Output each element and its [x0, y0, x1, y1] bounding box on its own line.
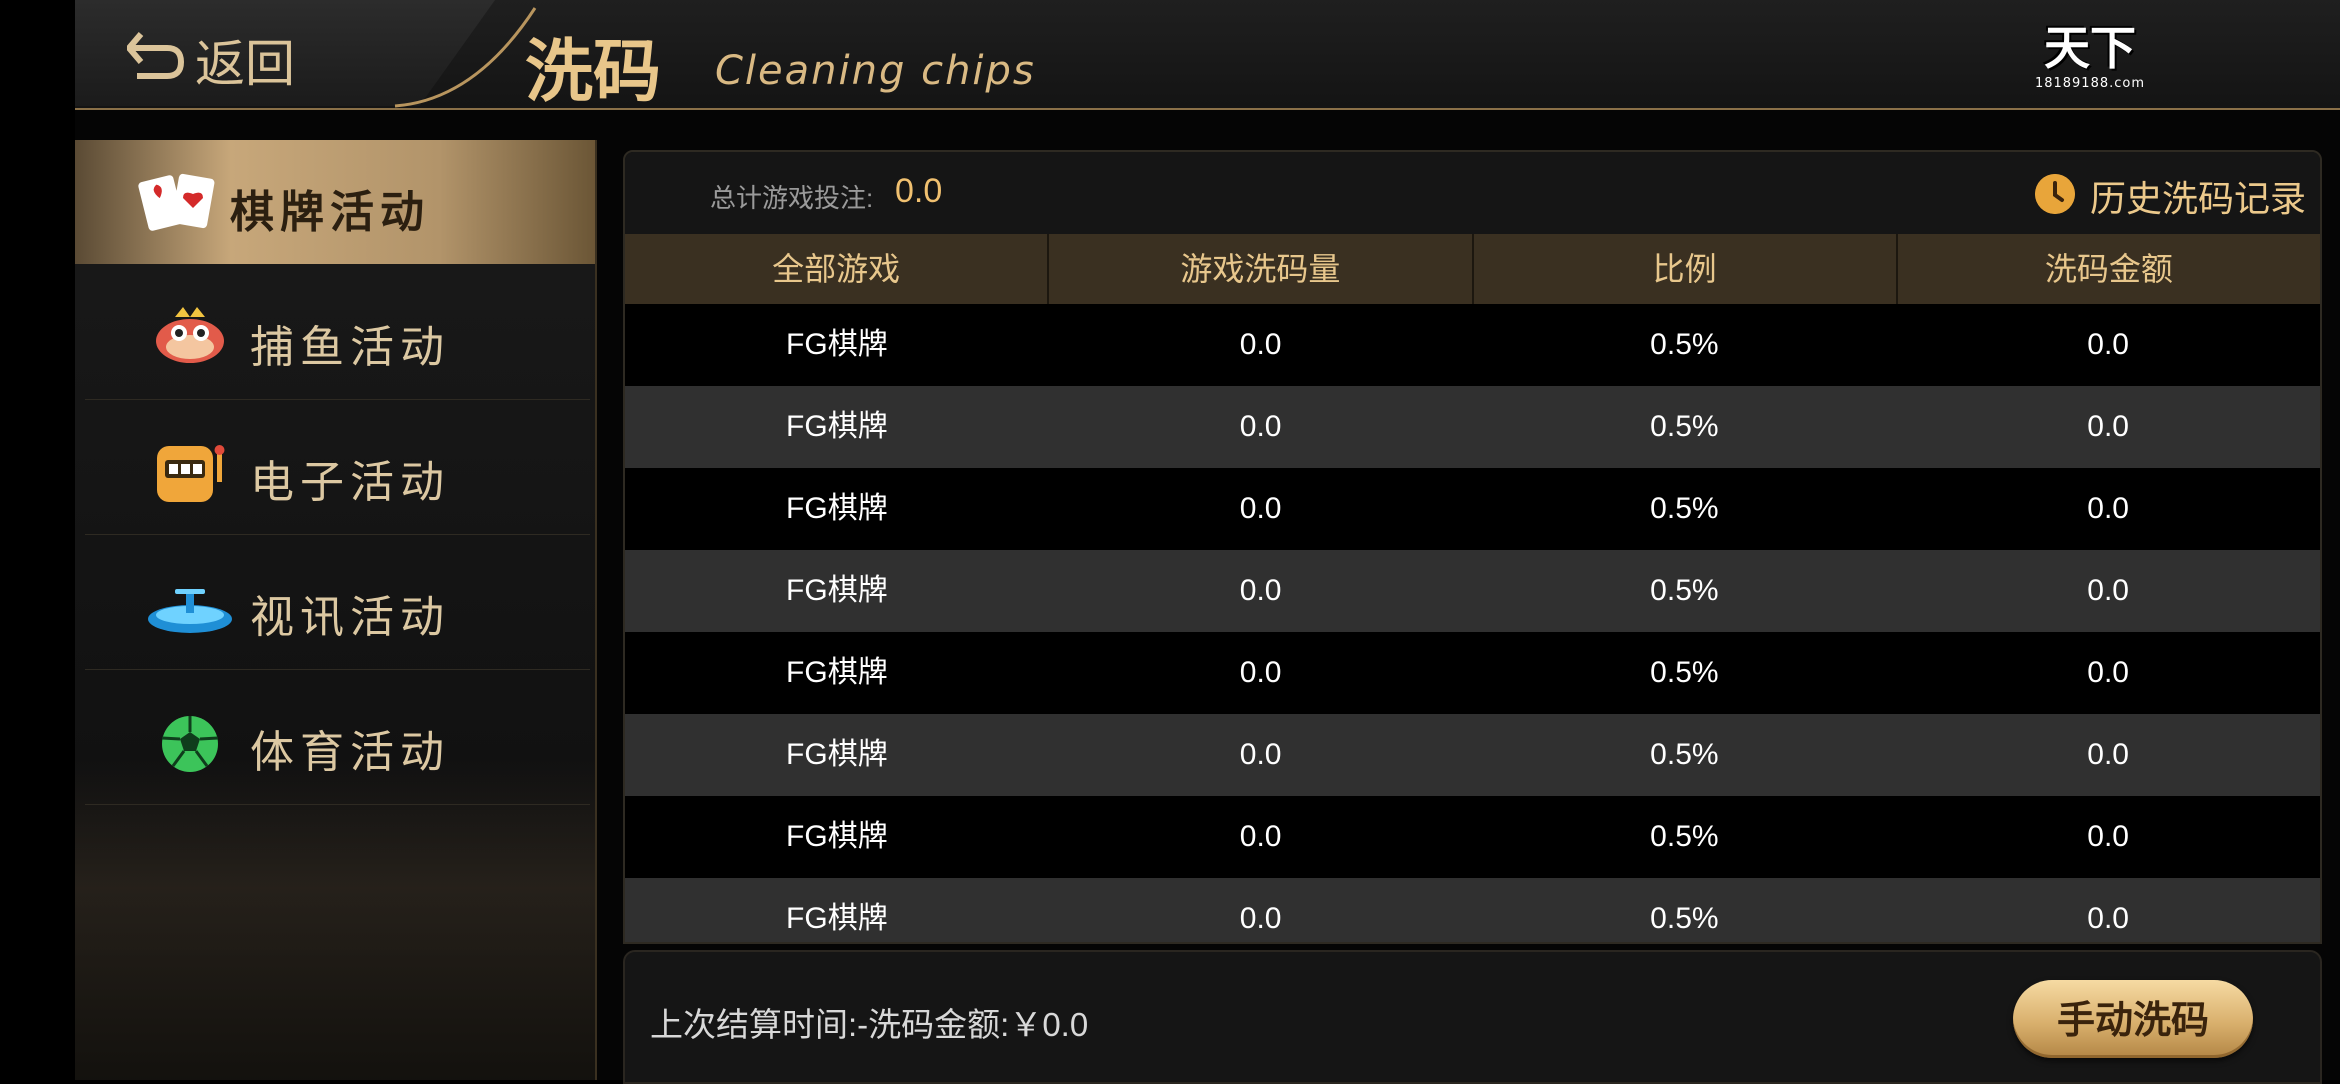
roulette-icon	[148, 589, 232, 633]
table-cell: 0.5%	[1650, 410, 1719, 443]
table-body: FG棋牌 0.0 0.5% 0.0 FG棋牌 0.0 0.5% 0.0 FG棋牌 0.0 0.5% 0…	[625, 304, 2320, 942]
sidebar-item-label: 电子活动	[250, 457, 450, 508]
column-header: 比例	[1474, 234, 1898, 304]
table-cell: 0.0	[2087, 820, 2129, 853]
table-row: FG棋牌 0.0 0.5% 0.0	[625, 714, 2320, 796]
table-cell: 0.0	[2087, 410, 2129, 443]
table-cell: 0.0	[1239, 738, 1282, 771]
last-settlement-text: 上次结算时间:-洗码金额:￥0.0	[650, 1006, 1089, 1043]
table-cell: 0.5%	[1650, 738, 1719, 771]
sidebar-item-label: 棋牌活动	[230, 187, 430, 238]
table-cell: FG棋牌	[786, 738, 888, 771]
sidebar-item-electronic[interactable]: 电子活动	[85, 410, 590, 535]
total-bet-label: 总计游戏投注:	[710, 183, 874, 213]
table-header: 全部游戏 游戏洗码量 比例 洗码金额	[625, 234, 2320, 304]
table-cell: 0.0	[2087, 656, 2129, 689]
table-cell: 0.5%	[1650, 574, 1719, 607]
app-screen: 返回 洗码 Cleaning chips 天下 18189188.com 棋牌活…	[75, 0, 2340, 1084]
table-cell: 0.0	[1239, 574, 1282, 607]
settlement-footer: 上次结算时间:-洗码金额:￥0.0 手动洗码	[623, 950, 2322, 1084]
table-cell: 0.0	[2087, 492, 2129, 525]
bet-summary: 总计游戏投注: 0.0 历史洗码记录	[625, 152, 2320, 234]
fish-icon	[156, 307, 224, 363]
table-row: FG棋牌 0.0 0.5% 0.0	[625, 550, 2320, 632]
table-cell: FG棋牌	[786, 410, 888, 443]
table-cell: 0.5%	[1650, 656, 1719, 689]
sidebar-item-chess-cards[interactable]: 棋牌活动	[75, 140, 595, 264]
sidebar-item-label: 视讯活动	[250, 592, 450, 643]
page-title: 洗码	[525, 32, 662, 112]
sidebar-item-live-video[interactable]: 视讯活动	[85, 545, 590, 670]
table-cell: 0.0	[2087, 902, 2129, 935]
table-cell: 0.0	[2087, 328, 2129, 361]
column-header: 全部游戏	[625, 234, 1050, 304]
logo-url: 18189188.com	[2034, 76, 2146, 91]
sidebar-background-art	[75, 760, 595, 1080]
table-row: FG棋牌 0.0 0.5% 0.0	[625, 386, 2320, 468]
table-cell: FG棋牌	[786, 328, 888, 361]
manual-wash-button[interactable]: 手动洗码	[2013, 980, 2253, 1058]
logo-text: 天下	[2044, 21, 2136, 75]
table-cell: 0.0	[1239, 328, 1282, 361]
table-cell: 0.5%	[1650, 492, 1719, 525]
table-cell: FG棋牌	[786, 820, 888, 853]
table-row: FG棋牌 0.0 0.5% 0.0	[625, 632, 2320, 714]
history-records-label: 历史洗码记录	[2090, 179, 2307, 220]
table-cell: FG棋牌	[786, 902, 888, 935]
table-row: FG棋牌 0.0 0.5% 0.0	[625, 796, 2320, 878]
table-row: FG棋牌 0.0 0.5% 0.0	[625, 304, 2320, 386]
slot-machine-icon	[157, 445, 225, 502]
brand-logo: 天下 18189188.com	[2005, 12, 2175, 98]
back-label: 返回	[195, 35, 295, 93]
column-header: 游戏洗码量	[1049, 234, 1474, 304]
soccer-ball-icon	[161, 716, 219, 772]
wash-code-table: 全部游戏 游戏洗码量 比例 洗码金额 FG棋牌 0.0 0.5% 0.0 FG棋牌 0.0…	[625, 234, 2320, 942]
table-cell: FG棋牌	[786, 656, 888, 689]
top-bar: 返回 洗码 Cleaning chips 天下 18189188.com	[75, 0, 2340, 112]
table-cell: 0.0	[1239, 410, 1282, 443]
table-cell: FG棋牌	[786, 574, 888, 607]
sidebar-item-sports[interactable]: 体育活动	[85, 680, 590, 805]
back-arrow-icon	[127, 32, 185, 79]
table-cell: 0.5%	[1650, 902, 1719, 935]
table-cell: 0.0	[1239, 656, 1282, 689]
total-bet-value: 0.0	[895, 172, 943, 210]
table-cell: 0.0	[2087, 738, 2129, 771]
table-row: FG棋牌 0.0 0.5% 0.0	[625, 468, 2320, 550]
table-cell: 0.5%	[1650, 328, 1719, 361]
table-row: FG棋牌 0.0 0.5% 0.0	[625, 878, 2320, 942]
sidebar-item-label: 捕鱼活动	[250, 322, 450, 373]
page-subtitle: Cleaning chips	[715, 48, 1036, 94]
playing-cards-icon	[138, 173, 215, 231]
table-cell: 0.0	[2087, 574, 2129, 607]
wash-code-panel: 总计游戏投注: 0.0 历史洗码记录 全部游戏 游戏洗码量 比例 洗码金额 FG…	[623, 150, 2322, 944]
column-header: 洗码金额	[2044, 250, 2173, 288]
table-cell: 0.0	[1239, 902, 1282, 935]
table-cell: 0.0	[1239, 492, 1282, 525]
table-cell: 0.0	[1239, 820, 1282, 853]
clock-icon	[2035, 174, 2075, 214]
table-cell: FG棋牌	[786, 492, 888, 525]
table-cell: 0.5%	[1650, 820, 1719, 853]
sidebar-item-label: 体育活动	[250, 727, 450, 778]
category-sidebar: 棋牌活动 捕鱼活动 电子活动 视讯活动 体育活动	[75, 140, 597, 1080]
sidebar-item-fishing[interactable]: 捕鱼活动	[85, 275, 590, 400]
